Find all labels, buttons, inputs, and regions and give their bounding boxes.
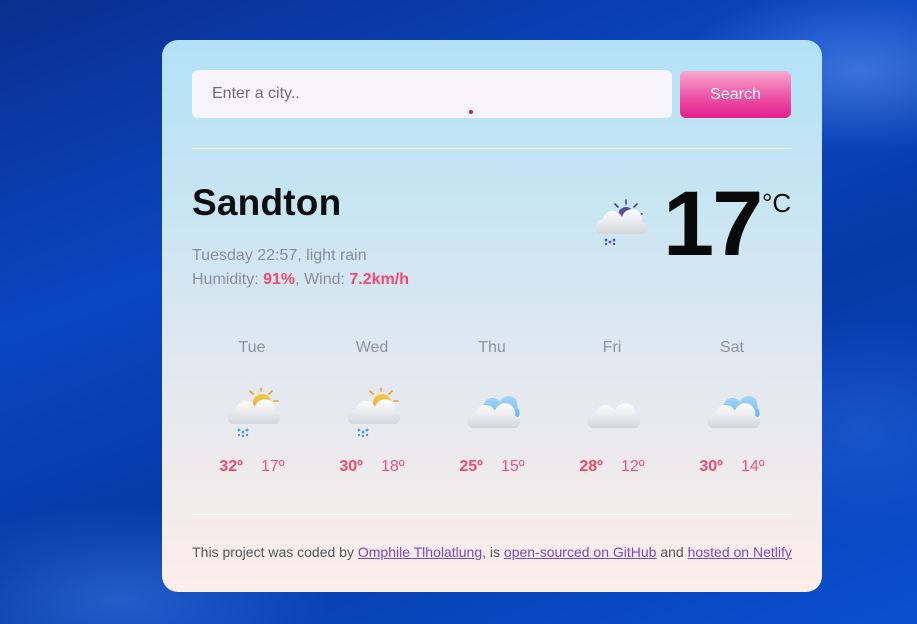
weather-description: light rain: [306, 247, 367, 264]
bottom-divider: [192, 514, 792, 515]
humidity-label: Humidity:: [192, 271, 264, 288]
author-link[interactable]: Omphile Tlholatlung: [358, 544, 482, 560]
forecast-temps: 30º 14º: [672, 458, 792, 476]
city-name: Sandton: [192, 182, 342, 223]
footer: This project was coded by Omphile Tlhola…: [162, 544, 822, 560]
forecast-day-name: Fri: [602, 339, 622, 356]
sun-cloud-rain-icon: [347, 388, 401, 438]
forecast-day-name: Sat: [719, 339, 744, 356]
current-temperature: 17: [663, 173, 763, 275]
blue-cloud-icon: [707, 395, 761, 429]
forecast-min-temp: 17º: [261, 458, 285, 475]
cloud-icon: [587, 403, 641, 429]
datetime-line: Tuesday 22:57, light rain: [192, 244, 409, 268]
separator: ,: [297, 247, 307, 264]
current-details: Tuesday 22:57, light rain Humidity: 91%,…: [192, 244, 409, 292]
forecast-temps: 30º 18º: [312, 458, 432, 476]
footer-text: , is: [482, 544, 504, 560]
night-rain-icon: [595, 199, 648, 246]
separator: ,: [295, 271, 305, 288]
forecast-temps: 32º 17º: [192, 458, 312, 476]
conditions-line: Humidity: 91%, Wind: 7.2km/h: [192, 268, 409, 292]
humidity-value: 91%: [263, 271, 296, 288]
wind-label: Wind:: [304, 271, 350, 288]
forecast-max-temp: 28º: [579, 458, 603, 475]
page-background: { "search": { "placeholder": "Enter a ci…: [0, 0, 917, 624]
footer-text: and: [656, 544, 688, 560]
forecast-min-temp: 14º: [741, 458, 765, 475]
forecast-min-temp: 15º: [501, 458, 525, 475]
forecast-min-temp: 18º: [381, 458, 405, 475]
blue-cloud-icon: [467, 395, 521, 429]
github-link[interactable]: open-sourced on GitHub: [504, 544, 657, 560]
forecast-day-sat: Sat 30º 14º: [672, 338, 792, 476]
cursor-indicator: [469, 110, 473, 114]
forecast-temps: 25º 15º: [432, 458, 552, 476]
forecast-min-temp: 12º: [621, 458, 645, 475]
forecast-day-name: Wed: [355, 339, 389, 356]
forecast: Tue 32º 17º Wed 30º 18º Thu 25º 15º Fri …: [192, 338, 792, 488]
forecast-day-name: Tue: [238, 339, 266, 356]
top-divider: [192, 148, 792, 149]
footer-text: This project was coded by: [192, 544, 358, 560]
temperature-unit: °C: [762, 188, 792, 218]
weather-card: Search Sandton Tuesday 22:57, light rain…: [162, 40, 822, 592]
forecast-temps: 28º 12º: [552, 458, 672, 476]
forecast-day-name: Thu: [478, 339, 506, 356]
wind-value: 7.2km/h: [349, 271, 409, 288]
current-datetime: Tuesday 22:57: [192, 247, 298, 264]
forecast-max-temp: 30º: [339, 458, 363, 475]
forecast-max-temp: 25º: [459, 458, 483, 475]
netlify-link[interactable]: hosted on Netlify: [688, 544, 792, 560]
forecast-max-temp: 32º: [219, 458, 243, 475]
forecast-day-tue: Tue 32º 17º: [192, 338, 312, 476]
sun-cloud-rain-icon: [227, 388, 281, 438]
forecast-day-fri: Fri 28º 12º: [552, 338, 672, 476]
forecast-day-thu: Thu 25º 15º: [432, 338, 552, 476]
forecast-max-temp: 30º: [699, 458, 723, 475]
search-button[interactable]: Search: [680, 71, 791, 118]
forecast-day-wed: Wed 30º 18º: [312, 338, 432, 476]
city-search-input[interactable]: [192, 70, 672, 118]
